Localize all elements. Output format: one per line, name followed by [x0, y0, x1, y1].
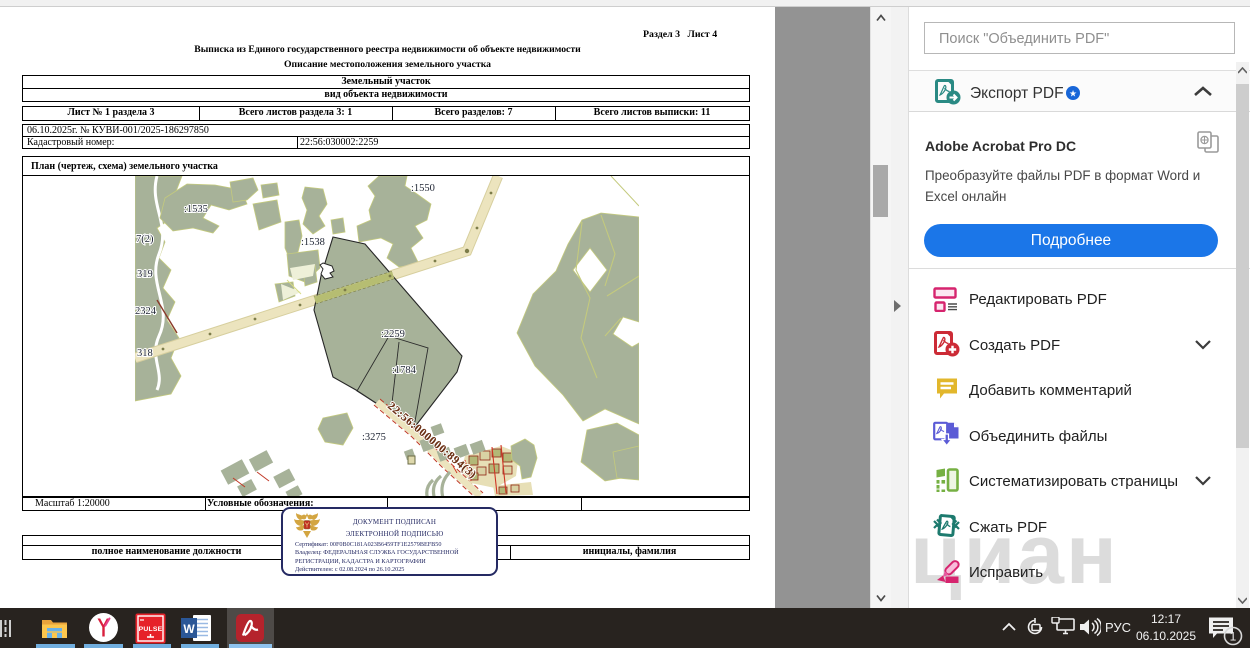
svg-text:W: W	[183, 622, 195, 636]
svg-text:7(2): 7(2)	[136, 234, 154, 245]
svg-text::1538: :1538	[301, 237, 325, 248]
svg-text::1784: :1784	[392, 365, 417, 376]
svg-text:318: 318	[137, 348, 153, 359]
svg-text::1535: :1535	[184, 204, 208, 215]
svg-text:PULSE: PULSE	[139, 626, 163, 633]
svg-text:★: ★	[1069, 89, 1077, 99]
svg-text:22:56:000000:894(3): 22:56:000000:894(3)	[385, 400, 479, 481]
svg-text::2259: :2259	[381, 329, 405, 340]
svg-text::3275: :3275	[362, 432, 386, 443]
svg-text::1550: :1550	[411, 183, 435, 194]
svg-text:1: 1	[1230, 630, 1237, 644]
svg-text:2324: 2324	[135, 306, 157, 317]
svg-text:319: 319	[137, 269, 153, 280]
